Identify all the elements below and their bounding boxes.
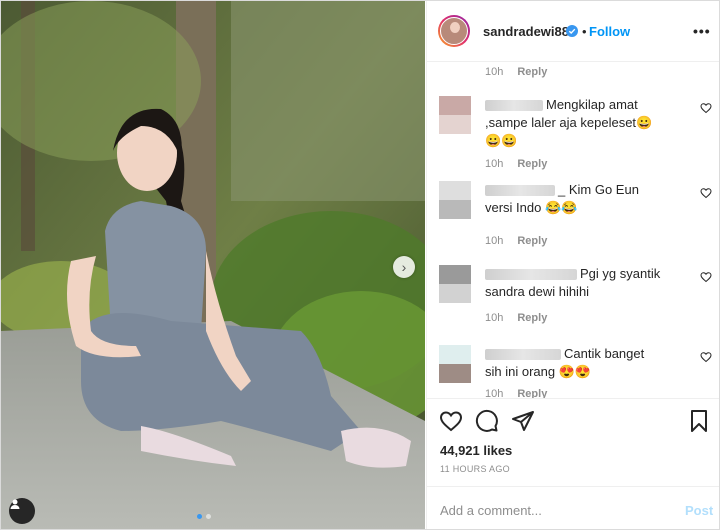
comment-meta: 10h Reply bbox=[485, 158, 547, 170]
user-icon bbox=[10, 499, 20, 509]
more-options-button[interactable]: ••• bbox=[693, 23, 711, 39]
carousel-indicator bbox=[197, 514, 211, 519]
commenter-avatar[interactable] bbox=[439, 345, 471, 383]
reply-button[interactable]: Reply bbox=[517, 158, 547, 170]
tagged-users-button[interactable] bbox=[9, 498, 35, 524]
commenter-username[interactable] bbox=[485, 185, 555, 197]
like-comment-heart-icon[interactable] bbox=[700, 187, 712, 199]
comment-emojis: 😂😂 bbox=[545, 200, 578, 215]
commenter-avatar[interactable] bbox=[439, 181, 471, 219]
comment-text: Cantik banget sih ini orang 😍😍 bbox=[485, 345, 663, 381]
comment-time: 10h bbox=[485, 66, 504, 78]
commenter-avatar[interactable] bbox=[439, 96, 471, 134]
post-photo[interactable]: › bbox=[1, 1, 425, 529]
like-comment-heart-icon[interactable] bbox=[700, 271, 712, 283]
comment-text: _ Kim Go Eun versi Indo 😂😂 bbox=[485, 181, 663, 217]
carousel-dot bbox=[206, 514, 211, 519]
likes-count[interactable]: 44,921 likes bbox=[440, 443, 512, 458]
comments-list[interactable]: 10h Reply Mengkilap amat ,sampe laler aja… bbox=[427, 62, 719, 398]
commenter-username[interactable] bbox=[485, 100, 543, 112]
next-slide-button[interactable]: › bbox=[393, 256, 415, 278]
comment-meta: 10h Reply bbox=[485, 312, 547, 324]
commenter-username[interactable] bbox=[485, 349, 561, 361]
comment-meta: 10h Reply bbox=[485, 235, 547, 247]
carousel-dot bbox=[197, 514, 202, 519]
reply-button[interactable]: Reply bbox=[517, 235, 547, 247]
post-details-panel: sandradewi88 • Follow ••• 10h Reply Mengk… bbox=[426, 1, 719, 529]
username-link[interactable]: sandradewi88 bbox=[483, 24, 569, 39]
comment-time: 10h bbox=[485, 158, 504, 170]
comment-meta: 10h Reply bbox=[485, 388, 547, 398]
separator-dot: • bbox=[582, 24, 587, 39]
post-timestamp[interactable]: 11 HOURS AGO bbox=[440, 464, 510, 474]
comment-bubble-icon[interactable] bbox=[475, 409, 499, 433]
comment-time: 10h bbox=[485, 235, 504, 247]
comment-meta: 10h Reply bbox=[485, 66, 547, 78]
comment-input[interactable]: Add a comment... bbox=[440, 503, 542, 518]
like-comment-heart-icon[interactable] bbox=[700, 351, 712, 363]
follow-button[interactable]: Follow bbox=[589, 24, 630, 39]
comment-text: Mengkilap amat ,sampe laler aja kepelese… bbox=[485, 96, 663, 150]
post-actions: 44,921 likes 11 HOURS AGO bbox=[427, 398, 719, 487]
photo-illustration bbox=[1, 1, 425, 529]
commenter-avatar[interactable] bbox=[439, 265, 471, 303]
post-comment-button[interactable]: Post bbox=[685, 503, 713, 518]
like-heart-icon[interactable] bbox=[439, 409, 463, 433]
comment-text: Pgi yg syantik sandra dewi hihihi bbox=[485, 265, 663, 301]
instagram-post-window: › sandradewi88 • Follow ••• 10h Reply Me… bbox=[0, 0, 720, 530]
reply-button[interactable]: Reply bbox=[517, 312, 547, 324]
save-bookmark-icon[interactable] bbox=[687, 409, 711, 433]
chevron-right-icon: › bbox=[401, 259, 407, 275]
share-paper-plane-icon[interactable] bbox=[511, 409, 535, 433]
add-comment-bar: Add a comment... Post bbox=[427, 486, 719, 529]
reply-button[interactable]: Reply bbox=[517, 388, 547, 398]
comment-emojis: 😍😍 bbox=[558, 364, 592, 379]
post-header: sandradewi88 • Follow ••• bbox=[427, 1, 719, 62]
verified-badge-icon bbox=[566, 25, 578, 37]
comment-time: 10h bbox=[485, 388, 504, 398]
like-comment-heart-icon[interactable] bbox=[700, 102, 712, 114]
reply-button[interactable]: Reply bbox=[517, 66, 547, 78]
commenter-username[interactable] bbox=[485, 269, 577, 281]
avatar bbox=[440, 17, 468, 45]
story-ring[interactable] bbox=[438, 15, 470, 47]
comment-time: 10h bbox=[485, 312, 504, 324]
